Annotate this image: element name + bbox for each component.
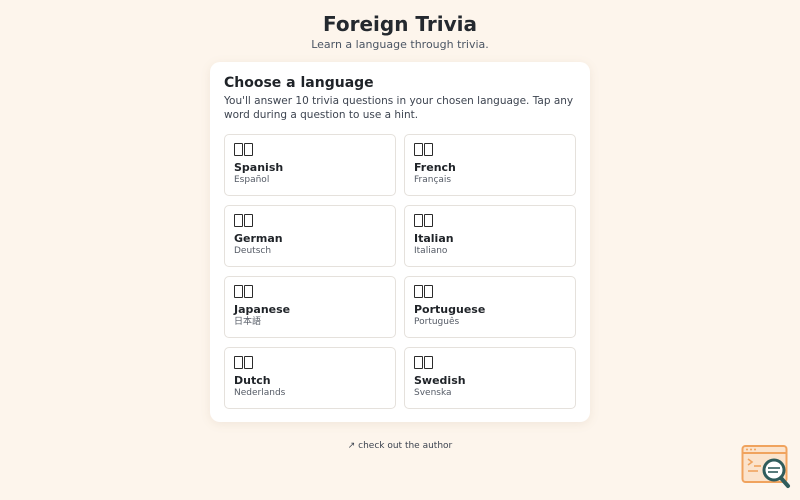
- language-option-german[interactable]: German Deutsch: [224, 205, 396, 267]
- language-option-swedish[interactable]: Swedish Svenska: [404, 347, 576, 409]
- flag-icon: [414, 143, 566, 157]
- language-native-name: Français: [414, 175, 452, 185]
- author-link[interactable]: ↗ check out the author: [0, 441, 800, 451]
- language-option-portuguese[interactable]: Portuguese Português: [404, 276, 576, 338]
- language-card: Choose a language You'll answer 10 trivi…: [210, 62, 590, 422]
- card-title: Choose a language: [224, 75, 374, 91]
- language-native-name: Italiano: [414, 246, 448, 256]
- language-native-name: Nederlands: [234, 388, 286, 398]
- search-badge-icon[interactable]: [741, 444, 793, 490]
- flag-icon: [234, 214, 386, 228]
- language-name: Italian: [414, 232, 454, 245]
- language-name: Spanish: [234, 161, 284, 174]
- flag-icon: [234, 285, 386, 299]
- flag-icon: [234, 356, 386, 370]
- language-name: Japanese: [234, 303, 291, 316]
- language-option-dutch[interactable]: Dutch Nederlands: [224, 347, 396, 409]
- language-option-japanese[interactable]: Japanese 日本語: [224, 276, 396, 338]
- flag-icon: [414, 214, 566, 228]
- flag-icon: [234, 143, 386, 157]
- language-grid: Spanish Español French Français German D…: [224, 134, 576, 409]
- language-native-name: Deutsch: [234, 246, 272, 256]
- language-name: French: [414, 161, 456, 174]
- flag-icon: [414, 285, 566, 299]
- language-name: Dutch: [234, 374, 271, 387]
- language-name: German: [234, 232, 283, 245]
- page-subtitle: Learn a language through trivia.: [311, 38, 489, 51]
- card-description: You'll answer 10 trivia questions in you…: [224, 95, 574, 121]
- language-native-name: Español: [234, 175, 270, 185]
- flag-icon: [414, 356, 566, 370]
- page-title: Foreign Trivia: [323, 12, 477, 36]
- language-native-name: Português: [414, 317, 460, 327]
- language-name: Portuguese: [414, 303, 486, 316]
- language-name: Swedish: [414, 374, 466, 387]
- language-option-spanish[interactable]: Spanish Español: [224, 134, 396, 196]
- language-native-name: 日本語: [234, 317, 262, 327]
- code-search-icon: [741, 445, 790, 488]
- language-option-french[interactable]: French Français: [404, 134, 576, 196]
- language-native-name: Svenska: [414, 388, 452, 398]
- language-option-italian[interactable]: Italian Italiano: [404, 205, 576, 267]
